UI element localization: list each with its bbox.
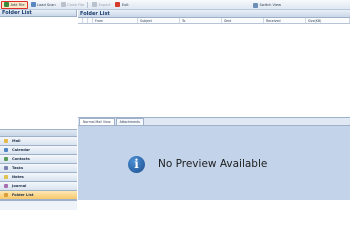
nav-item-journal[interactable]: Journal: [0, 182, 77, 191]
switch-view-label: Switch View: [259, 3, 282, 7]
close-file-label: Close File: [67, 2, 85, 7]
switch-view-icon: [253, 2, 258, 8]
journal-icon: [4, 184, 8, 188]
column-from[interactable]: From: [93, 18, 138, 23]
export-label: Export: [98, 2, 111, 7]
exit-label: Exit: [121, 2, 129, 7]
switch-view-button[interactable]: Switch View: [251, 1, 283, 9]
nav-list: Mail Calendar Contacts Tasks Notes Journ…: [0, 137, 77, 200]
toolbar-separator: [87, 1, 89, 8]
notes-icon: [4, 175, 8, 179]
load-scan-button[interactable]: Load Scan: [29, 1, 58, 9]
tab-normal-mail-view[interactable]: Normal Mail View: [79, 118, 115, 125]
export-icon: [92, 2, 98, 7]
nav-item-label: Folder List: [12, 193, 34, 197]
toolbar: Add File Load Scan Close File Export Exi…: [0, 0, 350, 10]
load-scan-icon: [30, 2, 36, 7]
right-pane-title: Folder List: [78, 10, 350, 18]
left-pane-title: Folder List: [0, 10, 76, 17]
add-file-button[interactable]: Add File: [1, 0, 28, 9]
column-size[interactable]: Size(KB): [306, 18, 350, 23]
column-subject[interactable]: Subject: [138, 18, 180, 23]
pane-splitter[interactable]: [0, 129, 77, 137]
preview-pane: i No Preview Available: [78, 126, 350, 200]
info-icon: i: [128, 156, 145, 173]
right-pane: Folder List From Subject To Sent Receive…: [78, 10, 350, 200]
nav-item-notes[interactable]: Notes: [0, 173, 77, 182]
exit-icon: [115, 2, 121, 7]
column-to[interactable]: To: [180, 18, 222, 23]
close-file-button[interactable]: Close File: [59, 1, 86, 9]
export-button[interactable]: Export: [90, 1, 112, 9]
add-file-icon: [4, 2, 9, 7]
column-sent[interactable]: Sent: [222, 18, 264, 23]
load-scan-label: Load Scan: [37, 2, 56, 7]
preview-tabs: Normal Mail View Attachments: [78, 118, 350, 126]
left-pane: Folder List Mail Calendar Contacts Tasks…: [0, 10, 77, 210]
folder-tree[interactable]: [0, 17, 77, 129]
nav-item-calendar[interactable]: Calendar: [0, 146, 77, 155]
nav-item-label: Notes: [12, 175, 24, 179]
mail-icon: [4, 139, 8, 143]
contacts-icon: [4, 157, 8, 161]
calendar-icon: [4, 148, 8, 152]
tab-attachments[interactable]: Attachments: [115, 118, 144, 125]
no-preview-message: No Preview Available: [158, 158, 268, 170]
nav-item-label: Calendar: [12, 148, 31, 152]
nav-item-folder-list[interactable]: Folder List: [0, 191, 77, 200]
nav-item-tasks[interactable]: Tasks: [0, 164, 77, 173]
close-file-icon: [60, 2, 66, 7]
add-file-label: Add File: [10, 2, 25, 7]
folder-icon: [4, 193, 8, 197]
message-list[interactable]: [78, 24, 350, 118]
nav-item-label: Tasks: [12, 166, 24, 170]
nav-item-contacts[interactable]: Contacts: [0, 155, 77, 164]
nav-bottom-bar: [0, 200, 77, 210]
nav-item-label: Mail: [12, 139, 21, 143]
nav-item-mail[interactable]: Mail: [0, 137, 77, 146]
nav-item-label: Journal: [12, 184, 27, 188]
nav-item-label: Contacts: [12, 157, 30, 161]
tasks-icon: [4, 166, 8, 170]
exit-button[interactable]: Exit: [113, 1, 130, 9]
column-received[interactable]: Received: [264, 18, 306, 23]
